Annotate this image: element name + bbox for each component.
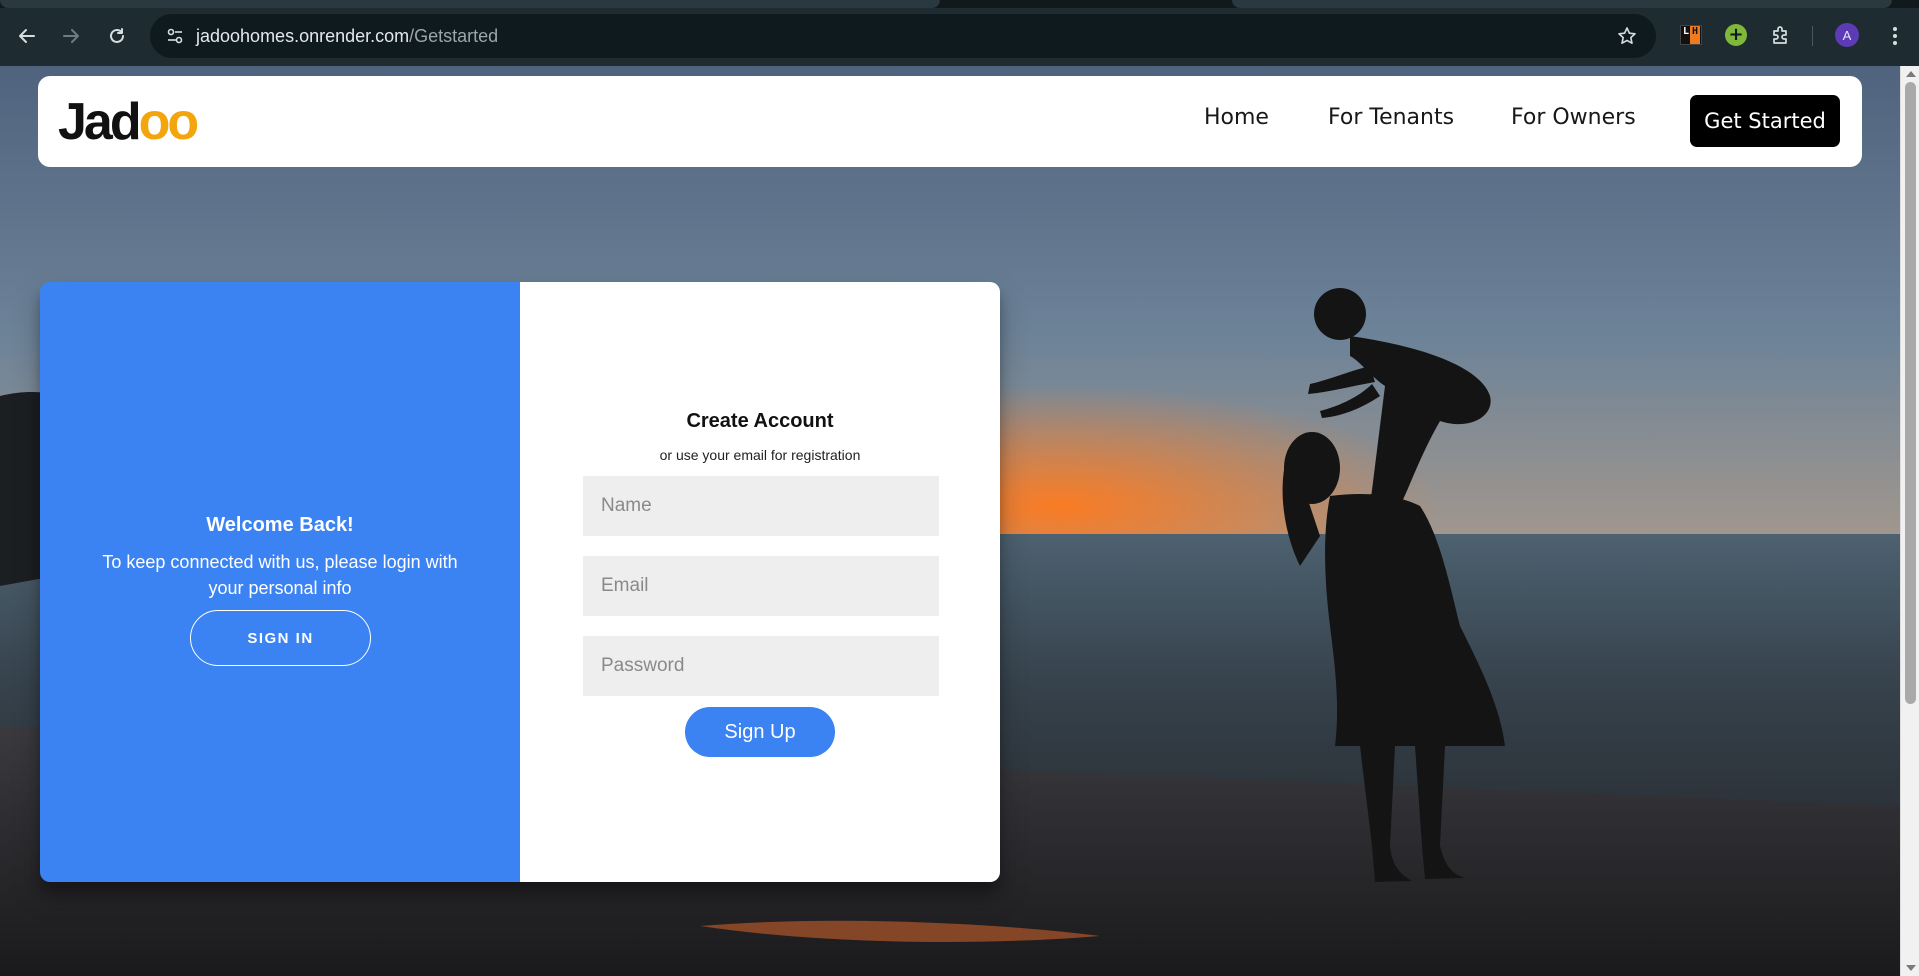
- address-bar[interactable]: jadoohomes.onrender.com/Getstarted: [150, 14, 1656, 58]
- bookmark-button[interactable]: [1612, 21, 1642, 51]
- get-started-button[interactable]: Get Started: [1690, 95, 1840, 147]
- welcome-title: Welcome Back!: [206, 514, 354, 536]
- sign-up-form: Create Account or use your email for reg…: [520, 282, 1000, 882]
- url-path: /Getstarted: [409, 26, 499, 46]
- welcome-message: To keep connected with us, please login …: [102, 552, 458, 598]
- extensions-button[interactable]: [1768, 22, 1794, 48]
- lighthouse-extension-button[interactable]: LH: [1678, 22, 1704, 48]
- name-input[interactable]: [583, 476, 939, 536]
- tab-background[interactable]: [1232, 0, 1892, 8]
- scroll-up-arrow-icon[interactable]: [1906, 71, 1916, 77]
- reload-icon: [110, 28, 124, 43]
- create-account-subtitle: or use your email for registration: [659, 447, 861, 463]
- nav-link-for-owners[interactable]: For Owners: [1511, 105, 1636, 130]
- browser-toolbar: jadoohomes.onrender.com/Getstarted LH + …: [0, 0, 1919, 66]
- email-input[interactable]: [583, 556, 939, 616]
- puzzle-icon: [1773, 26, 1787, 44]
- jadoo-logo[interactable]: Jadoo: [58, 92, 200, 152]
- sign-up-button[interactable]: Sign Up: [685, 707, 835, 757]
- plus-extension-icon: +: [1725, 24, 1747, 46]
- sign-in-overlay-panel: Welcome Back! To keep connected with us,…: [40, 282, 520, 882]
- page-viewport: Jadoo Home For Tenants For Owners Get St…: [0, 66, 1900, 976]
- auth-card: Welcome Back! To keep connected with us,…: [40, 282, 1000, 882]
- logo-text: Jad: [58, 93, 142, 151]
- scroll-down-arrow-icon[interactable]: [1906, 965, 1916, 971]
- url-host: jadoohomes.onrender.com: [196, 26, 410, 46]
- nav-link-for-tenants[interactable]: For Tenants: [1328, 105, 1454, 130]
- tab-background[interactable]: [0, 0, 940, 8]
- page-scrollbar[interactable]: [1900, 66, 1919, 976]
- profile-avatar[interactable]: A: [1835, 23, 1859, 47]
- nav-link-home[interactable]: Home: [1204, 105, 1269, 130]
- site-navbar: Jadoo Home For Tenants For Owners Get St…: [38, 76, 1862, 167]
- plus-extension-button[interactable]: +: [1723, 22, 1749, 48]
- star-icon: [1618, 27, 1636, 44]
- toolbar-divider: [1812, 26, 1813, 46]
- arrow-right-icon: [63, 29, 79, 43]
- reload-button[interactable]: [100, 19, 134, 53]
- browser-menu-button[interactable]: [1880, 19, 1910, 53]
- logo-accent: oo: [138, 93, 200, 151]
- password-input[interactable]: [583, 636, 939, 696]
- arrow-left-icon: [19, 29, 35, 43]
- scrollbar-thumb[interactable]: [1905, 82, 1916, 704]
- sign-in-button[interactable]: SIGN IN: [190, 610, 371, 666]
- more-vertical-icon: [1893, 27, 1897, 45]
- forward-button[interactable]: [54, 19, 88, 53]
- create-account-title: Create Account: [686, 410, 834, 432]
- url-text[interactable]: jadoohomes.onrender.com/Getstarted: [196, 26, 498, 47]
- tab-strip: [0, 0, 1919, 8]
- back-button[interactable]: [10, 19, 44, 53]
- lighthouse-icon: LH: [1680, 25, 1702, 45]
- tune-icon: [167, 28, 183, 44]
- site-info-button[interactable]: [160, 21, 190, 51]
